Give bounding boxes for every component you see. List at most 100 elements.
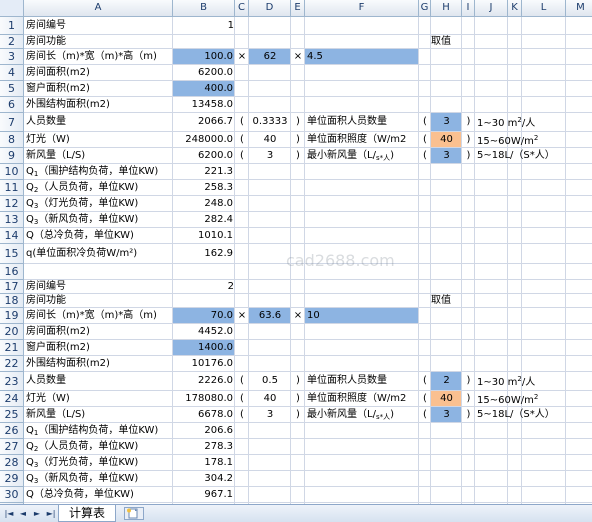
first-sheet-button[interactable]: |◄: [3, 508, 15, 520]
cell-g24[interactable]: (: [421, 394, 429, 404]
cell-b1[interactable]: 1: [175, 21, 234, 31]
cell-a20[interactable]: 房间面积(m2): [26, 327, 171, 337]
cell-e19[interactable]: ×: [293, 311, 303, 321]
cell-a15[interactable]: q(单位面积冷负荷W/m²): [26, 249, 171, 259]
row-header-20[interactable]: 20: [0, 324, 24, 340]
cell-c19[interactable]: ×: [237, 311, 247, 321]
cell-f8[interactable]: 单位面积照度（W/m2: [307, 135, 417, 145]
cell-b11[interactable]: 258.3: [175, 183, 233, 193]
cell-a25[interactable]: 新风量（L/S): [26, 410, 171, 420]
cell-a5[interactable]: 窗户面积(m2): [26, 84, 171, 94]
row-header-18[interactable]: 18: [0, 294, 24, 308]
cell-b19[interactable]: 70.0: [175, 311, 233, 321]
column-header-m[interactable]: M: [566, 0, 592, 17]
cell-f3[interactable]: 4.5: [307, 52, 417, 62]
cell-g25[interactable]: (: [421, 410, 429, 420]
cell-j7[interactable]: 1~30 m2/人: [477, 117, 592, 129]
cell-a12[interactable]: Q3（灯光负荷，单位KW): [26, 199, 171, 210]
column-header-l[interactable]: L: [522, 0, 566, 17]
cell-a6[interactable]: 外围结构面积(m2): [26, 100, 171, 110]
cell-a4[interactable]: 房间面积(m2): [26, 68, 171, 78]
row-header-7[interactable]: 7: [0, 113, 24, 132]
cell-a11[interactable]: Q2（人员负荷，单位KW): [26, 183, 171, 194]
cell-h8[interactable]: 40: [433, 135, 460, 145]
cell-c7[interactable]: (: [237, 117, 247, 127]
cell-b12[interactable]: 248.0: [175, 199, 233, 209]
cell-b8[interactable]: 248000.0: [175, 135, 233, 145]
cell-f25[interactable]: 最小新风量（L/s*人): [307, 410, 417, 421]
spreadsheet-grid[interactable]: ABCDEFGHIJKLM 1 2 3 4 5 6 7 8 9 10 11 12 13 14 15 16 17 1…: [0, 0, 592, 504]
cell-j9[interactable]: 5~18L/（S*人）: [477, 151, 592, 161]
cell-b20[interactable]: 4452.0: [175, 327, 233, 337]
cell-d9[interactable]: 3: [251, 151, 289, 161]
cell-g7[interactable]: (: [421, 117, 429, 127]
cell-d19[interactable]: 63.6: [251, 311, 289, 321]
cell-a29[interactable]: Q3（新风负荷，单位KW): [26, 474, 171, 485]
cell-b27[interactable]: 278.3: [175, 442, 233, 452]
column-header-b[interactable]: B: [173, 0, 235, 17]
cell-d8[interactable]: 40: [251, 135, 289, 145]
cell-e23[interactable]: ): [293, 376, 303, 386]
cell-j8[interactable]: 15~60W/m2: [477, 135, 592, 147]
cell-a22[interactable]: 外围结构面积(m2): [26, 359, 171, 369]
cell-f24[interactable]: 单位面积照度（W/m2: [307, 394, 417, 404]
cell-a9[interactable]: 新风量（L/S): [26, 151, 171, 161]
cell-c9[interactable]: (: [237, 151, 247, 161]
cell-d23[interactable]: 0.5: [251, 376, 289, 386]
select-all-corner[interactable]: [0, 0, 24, 17]
row-header-8[interactable]: 8: [0, 132, 24, 148]
column-header-e[interactable]: E: [291, 0, 305, 17]
row-header-15[interactable]: 15: [0, 244, 24, 264]
row-header-1[interactable]: 1: [0, 17, 24, 35]
cell-a26[interactable]: Q1（围护结构负荷，单位KW): [26, 426, 171, 437]
cell-b21[interactable]: 1400.0: [175, 343, 233, 353]
cell-a8[interactable]: 灯光（W): [26, 135, 171, 145]
cell-b22[interactable]: 10176.0: [175, 359, 233, 369]
cell-a10[interactable]: Q1（围护结构负荷，单位KW): [26, 167, 171, 178]
row-header-22[interactable]: 22: [0, 356, 24, 372]
cell-a17[interactable]: 房间编号: [26, 282, 171, 292]
cell-h24[interactable]: 40: [433, 394, 460, 404]
row-header-16[interactable]: 16: [0, 264, 24, 280]
cell-b6[interactable]: 13458.0: [175, 100, 233, 110]
cell-d3[interactable]: 62: [251, 52, 289, 62]
cell-c3[interactable]: ×: [237, 52, 247, 62]
sheet-tab-active[interactable]: 计算表: [58, 505, 117, 522]
row-header-24[interactable]: 24: [0, 391, 24, 407]
cell-b10[interactable]: 221.3: [175, 167, 233, 177]
row-header-23[interactable]: 23: [0, 372, 24, 391]
cell-b7[interactable]: 2066.7: [175, 117, 233, 127]
cell-j23[interactable]: 1~30 m2/人: [477, 376, 592, 388]
cell-c23[interactable]: (: [237, 376, 247, 386]
cell-a13[interactable]: Q3（新风负荷，单位KW): [26, 215, 171, 226]
cell-h9[interactable]: 3: [433, 151, 460, 161]
cell-h2[interactable]: 取值: [421, 37, 461, 47]
cell-j25[interactable]: 5~18L/（S*人）: [477, 410, 592, 420]
cell-e24[interactable]: ): [293, 394, 303, 404]
insert-sheet-icon[interactable]: [124, 507, 144, 520]
cell-b23[interactable]: 2226.0: [175, 376, 233, 386]
cell-b9[interactable]: 6200.0: [175, 151, 233, 161]
row-header-5[interactable]: 5: [0, 81, 24, 97]
cell-i9[interactable]: ): [464, 151, 473, 161]
cell-d25[interactable]: 3: [251, 410, 289, 420]
cell-a18[interactable]: 房间功能: [26, 296, 171, 306]
column-header-f[interactable]: F: [305, 0, 419, 17]
row-header-9[interactable]: 9: [0, 148, 24, 164]
cell-f23[interactable]: 单位面积人员数量: [307, 376, 417, 386]
next-sheet-button[interactable]: ►: [31, 508, 43, 520]
cell-b26[interactable]: 206.6: [175, 426, 233, 436]
cell-f19[interactable]: 10: [307, 311, 417, 321]
cell-b13[interactable]: 282.4: [175, 215, 233, 225]
row-header-2[interactable]: 2: [0, 35, 24, 49]
cell-b15[interactable]: 162.9: [175, 249, 233, 259]
column-header-g[interactable]: G: [419, 0, 431, 17]
row-header-12[interactable]: 12: [0, 196, 24, 212]
cell-a21[interactable]: 窗户面积(m2): [26, 343, 171, 353]
cell-a23[interactable]: 人员数量: [26, 376, 171, 386]
cell-b4[interactable]: 6200.0: [175, 68, 233, 78]
cell-g23[interactable]: (: [421, 376, 429, 386]
row-header-30[interactable]: 30: [0, 487, 24, 503]
column-header-h[interactable]: H: [431, 0, 462, 17]
cell-a30[interactable]: Q（总冷负荷，单位KW): [26, 490, 171, 500]
